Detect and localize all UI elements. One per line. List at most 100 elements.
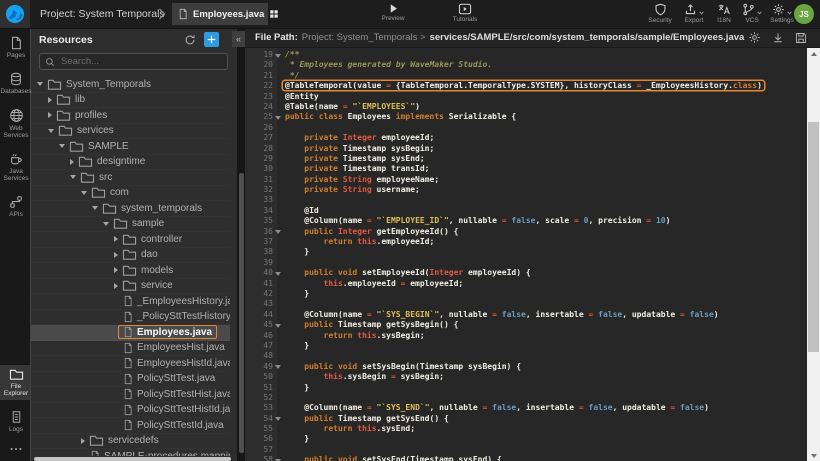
code-line-41[interactable]: 41 this.employeeId = employeeId; [245, 279, 807, 289]
code-line-44[interactable]: 44 @Column(name = "`SYS_BEGIN`", nullabl… [245, 310, 807, 320]
panel-editor-divider[interactable] [237, 28, 245, 461]
vcs-button[interactable]: VCS [735, 3, 769, 24]
code-line-19[interactable]: 19/** [245, 50, 807, 60]
tree-folder-profiles[interactable]: profiles [31, 108, 230, 124]
tree-folder-system_temporals[interactable]: system_temporals [31, 201, 230, 217]
user-avatar[interactable]: JS [794, 4, 814, 24]
tree-file-SAMPLE-procedures.mappings.json[interactable]: SAMPLE-procedures.mappings.json [31, 449, 230, 456]
tree-folder-sample[interactable]: sample [31, 217, 230, 233]
fold-arrow-icon[interactable] [275, 230, 281, 234]
code-line-25[interactable]: 25public class Employees implements Seri… [245, 112, 807, 122]
fold-arrow-icon[interactable] [275, 417, 281, 421]
scroll-up-arrow[interactable] [807, 48, 820, 59]
tree-collapse-arrow[interactable] [81, 191, 87, 195]
preview-button[interactable]: Preview [369, 3, 417, 22]
tree-file-_PolicySttTestHistory.java[interactable]: _PolicySttTestHistory.java [31, 310, 230, 326]
tree-expand-arrow[interactable] [48, 112, 52, 118]
rail-item-web-services[interactable]: Web Services [0, 105, 30, 142]
code-line-54[interactable]: 54 public Timestamp getSysEnd() { [245, 414, 807, 424]
code-line-43[interactable]: 43 [245, 299, 807, 309]
search-input[interactable] [59, 55, 222, 68]
tree-file-PolicySttTest.java[interactable]: PolicySttTest.java [31, 372, 230, 388]
add-resource-button[interactable] [204, 32, 219, 47]
save-file-icon[interactable] [795, 32, 807, 44]
tree-folder-designtime[interactable]: designtime [31, 155, 230, 171]
code-line-27[interactable]: 27 private Integer employeeId; [245, 133, 807, 143]
tree-expand-arrow[interactable] [114, 252, 118, 258]
editor-scrollbar-thumb[interactable] [808, 122, 819, 352]
code-line-37[interactable]: 37 return this.employeeId; [245, 237, 807, 247]
tree-collapse-arrow[interactable] [48, 129, 54, 133]
collapse-panel-button[interactable]: « [232, 31, 245, 47]
tree-collapse-arrow[interactable] [70, 175, 76, 179]
code-line-35[interactable]: 35 @Column(name = "`EMPLOYEE_ID`", nulla… [245, 216, 807, 226]
rail-item-file-explorer[interactable]: File Explorer [0, 365, 30, 400]
tree-file-EmployeesHistId.java[interactable]: EmployeesHistId.java [31, 356, 230, 372]
code-line-33[interactable]: 33 [245, 195, 807, 205]
tree-file-_EmployeesHistory.java[interactable]: _EmployeesHistory.java [31, 294, 230, 310]
code-line-58[interactable]: 58 public void setSysEnd(Timestamp sysEn… [245, 455, 807, 461]
tree-vertical-scrollbar[interactable] [239, 173, 244, 453]
rail-item-pages[interactable]: Pages [0, 33, 30, 62]
tutorials-button[interactable]: Tutorials [441, 3, 489, 23]
code-line-36[interactable]: 36 public Integer getEmployeeId() { [245, 227, 807, 237]
tree-expand-arrow[interactable] [114, 283, 118, 289]
editor-scrollbar[interactable] [807, 48, 820, 461]
refresh-icon[interactable] [184, 34, 196, 46]
tree-folder-servicedefs[interactable]: servicedefs [31, 434, 230, 450]
tree-file-PolicySttTestHist.java[interactable]: PolicySttTestHist.java [31, 387, 230, 403]
rail-item-apis[interactable]: APIs [0, 192, 30, 221]
tree-folder-controller[interactable]: controller [31, 232, 230, 248]
tree-folder-SAMPLE[interactable]: SAMPLE [31, 139, 230, 155]
rail-item-logs[interactable]: Logs [0, 407, 30, 436]
code-line-34[interactable]: 34 @Id [245, 206, 807, 216]
code-line-51[interactable]: 51 } [245, 383, 807, 393]
rail-item-java-services[interactable]: Java Services [0, 149, 30, 185]
tree-folder-services[interactable]: services [31, 124, 230, 140]
code-line-28[interactable]: 28 private Timestamp sysBegin; [245, 144, 807, 154]
code-line-57[interactable]: 57 [245, 445, 807, 455]
tree-file-EmployeesHist.java[interactable]: EmployeesHist.java [31, 341, 230, 357]
tree-folder-models[interactable]: models [31, 263, 230, 279]
fold-arrow-icon[interactable] [275, 54, 281, 58]
code-line-47[interactable]: 47 } [245, 341, 807, 351]
tree-expand-arrow[interactable] [70, 159, 74, 165]
tree-folder-System_Temporals[interactable]: System_Temporals [31, 77, 230, 93]
resources-search[interactable] [39, 53, 228, 70]
tree-collapse-arrow[interactable] [59, 144, 65, 148]
tree-expand-arrow[interactable] [48, 97, 52, 103]
code-line-21[interactable]: 21 */ [245, 71, 807, 81]
tree-folder-com[interactable]: com [31, 186, 230, 202]
scroll-down-arrow[interactable] [807, 450, 820, 461]
tree-expand-arrow[interactable] [114, 236, 118, 242]
code-line-55[interactable]: 55 return this.sysEnd; [245, 424, 807, 434]
tree-collapse-arrow[interactable] [103, 222, 109, 226]
code-line-30[interactable]: 30 private Timestamp transId; [245, 164, 807, 174]
fold-arrow-icon[interactable] [275, 116, 281, 120]
fold-arrow-icon[interactable] [275, 272, 281, 276]
rail-item-more[interactable] [0, 443, 30, 455]
code-line-32[interactable]: 32 private String username; [245, 185, 807, 195]
tree-file-Employees.java[interactable]: Employees.java [31, 325, 230, 341]
code-line-39[interactable]: 39 [245, 258, 807, 268]
code-line-45[interactable]: 45 public Timestamp getSysBegin() { [245, 320, 807, 330]
code-area[interactable]: 19/**20 * Employees generated by WaveMak… [245, 48, 807, 461]
tree-expand-arrow[interactable] [81, 438, 85, 444]
wavemaker-logo[interactable] [0, 0, 30, 28]
code-line-42[interactable]: 42 } [245, 289, 807, 299]
export-button[interactable]: Export [677, 3, 711, 24]
code-line-31[interactable]: 31 private String employeeName; [245, 175, 807, 185]
file-settings-icon[interactable] [748, 31, 761, 44]
code-line-49[interactable]: 49 public void setSysBegin(Timestamp sys… [245, 362, 807, 372]
open-file-tab[interactable]: Employees.java [172, 3, 268, 25]
code-line-48[interactable]: 48 [245, 351, 807, 361]
code-line-38[interactable]: 38 } [245, 247, 807, 257]
tree-folder-src[interactable]: src [31, 170, 230, 186]
rail-item-databases[interactable]: Databases [0, 69, 30, 98]
code-line-24[interactable]: 24@Table(name = "`EMPLOYEES`") [245, 102, 807, 112]
tree-collapse-arrow[interactable] [37, 82, 43, 86]
tree-folder-dao[interactable]: dao [31, 248, 230, 264]
fold-arrow-icon[interactable] [275, 365, 281, 369]
code-line-40[interactable]: 40 public void setEmployeeId(Integer emp… [245, 268, 807, 278]
code-line-50[interactable]: 50 this.sysBegin = sysBegin; [245, 372, 807, 382]
